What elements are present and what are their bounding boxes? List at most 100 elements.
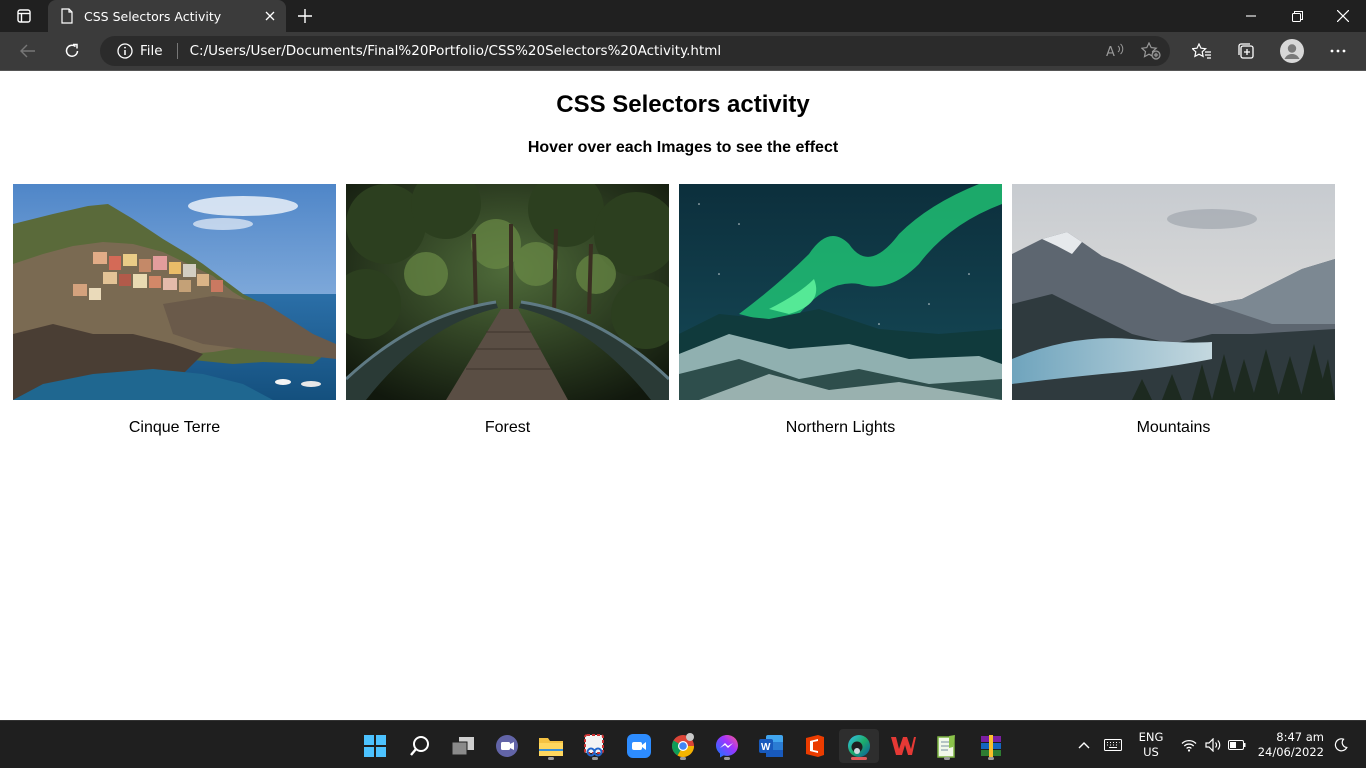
address-separator bbox=[176, 43, 178, 59]
refresh-icon bbox=[65, 43, 79, 57]
running-indicator bbox=[592, 757, 598, 760]
back-icon bbox=[20, 44, 35, 58]
wps-button[interactable] bbox=[883, 729, 923, 763]
restore-icon bbox=[1291, 10, 1303, 22]
show-hidden-icons-button[interactable] bbox=[1074, 721, 1094, 768]
back-button[interactable] bbox=[14, 37, 42, 65]
browser-tab-active[interactable]: CSS Selectors Activity bbox=[48, 0, 286, 32]
input-language-indicator[interactable]: ENG US bbox=[1134, 730, 1168, 760]
running-indicator bbox=[548, 757, 554, 760]
collections-icon bbox=[1238, 43, 1254, 59]
coastal-village-photo[interactable] bbox=[13, 184, 336, 400]
edge-button[interactable] bbox=[839, 729, 879, 763]
moon-icon bbox=[1334, 738, 1348, 752]
zoom-icon bbox=[627, 734, 651, 758]
browser-toolbar: File C:/Users/User/Documents/Final%20Por… bbox=[0, 32, 1366, 70]
running-indicator bbox=[680, 757, 686, 760]
language-region: US bbox=[1143, 745, 1159, 759]
svg-text:A: A bbox=[1106, 45, 1115, 59]
file-explorer-button[interactable] bbox=[531, 729, 571, 763]
collections-button[interactable] bbox=[1232, 37, 1260, 65]
favorites-icon bbox=[1192, 43, 1211, 59]
restore-button[interactable] bbox=[1274, 0, 1320, 32]
tab-actions-icon bbox=[17, 9, 31, 23]
task-view-button[interactable] bbox=[443, 729, 483, 763]
gallery-card[interactable]: Mountains bbox=[1012, 184, 1335, 437]
notepad-plus-icon bbox=[937, 735, 955, 758]
chat-icon bbox=[496, 735, 518, 757]
office-button[interactable] bbox=[795, 729, 835, 763]
close-window-button[interactable] bbox=[1320, 0, 1366, 32]
winrar-icon bbox=[981, 735, 1001, 757]
notepad-plus-button[interactable] bbox=[927, 729, 967, 763]
page-title: CSS Selectors activity bbox=[556, 91, 810, 118]
mountain-lake-photo[interactable] bbox=[1012, 184, 1335, 400]
touch-keyboard-button[interactable] bbox=[1102, 721, 1124, 768]
windows-logo-icon bbox=[364, 735, 386, 757]
start-button[interactable] bbox=[355, 729, 395, 763]
winrar-button[interactable] bbox=[971, 729, 1011, 763]
word-button[interactable]: W bbox=[751, 729, 791, 763]
snipping-tool-button[interactable] bbox=[575, 729, 615, 763]
aurora-photo[interactable] bbox=[679, 184, 1002, 400]
messenger-button[interactable] bbox=[707, 729, 747, 763]
wifi-status[interactable] bbox=[1178, 721, 1200, 768]
clock-date: 24/06/2022 bbox=[1257, 745, 1324, 759]
chrome-divider bbox=[0, 70, 1366, 71]
running-indicator bbox=[988, 757, 994, 760]
address-url[interactable]: C:/Users/User/Documents/Final%20Portfoli… bbox=[190, 43, 722, 59]
chevron-up-icon bbox=[1078, 742, 1090, 749]
card-caption: Northern Lights bbox=[785, 419, 896, 436]
chrome-button[interactable] bbox=[663, 729, 703, 763]
browser-tab-bar: CSS Selectors Activity bbox=[0, 0, 1366, 32]
volume-status[interactable] bbox=[1202, 721, 1224, 768]
close-icon bbox=[265, 11, 275, 21]
card-caption: Cinque Terre bbox=[128, 419, 221, 436]
address-scheme-label: File bbox=[140, 43, 163, 59]
site-info-button[interactable] bbox=[116, 42, 134, 60]
system-clock[interactable]: 8:47 am 24/06/2022 bbox=[1254, 730, 1324, 760]
svg-text:W: W bbox=[761, 742, 771, 753]
wifi-icon bbox=[1181, 739, 1197, 752]
edge-icon bbox=[848, 735, 870, 757]
add-favorite-button[interactable] bbox=[1137, 37, 1165, 65]
card-caption: Mountains bbox=[1136, 419, 1211, 436]
read-aloud-button[interactable]: A bbox=[1101, 37, 1129, 65]
taskbar-search-button[interactable] bbox=[400, 729, 440, 763]
focus-assist-button[interactable] bbox=[1330, 721, 1352, 768]
language-code: ENG bbox=[1138, 730, 1164, 744]
gallery-card[interactable]: Cinque Terre bbox=[13, 184, 336, 437]
profile-button[interactable] bbox=[1278, 37, 1306, 65]
messenger-icon bbox=[716, 735, 738, 758]
keyboard-icon bbox=[1104, 739, 1122, 751]
task-view-icon bbox=[451, 737, 474, 756]
word-icon: W bbox=[759, 735, 783, 757]
gallery-card[interactable]: Forest bbox=[346, 184, 669, 437]
read-aloud-icon: A bbox=[1106, 43, 1124, 59]
chrome-icon bbox=[672, 733, 694, 757]
tab-actions-button[interactable] bbox=[8, 4, 40, 28]
battery-status[interactable] bbox=[1226, 721, 1248, 768]
office-icon bbox=[806, 735, 824, 757]
minimize-button[interactable] bbox=[1228, 0, 1274, 32]
more-button[interactable] bbox=[1324, 37, 1352, 65]
page-icon bbox=[61, 8, 73, 24]
card-caption: Forest bbox=[484, 419, 531, 436]
profile-icon bbox=[1280, 39, 1304, 63]
zoom-button[interactable] bbox=[619, 729, 659, 763]
clock-time: 8:47 am bbox=[1276, 730, 1324, 744]
teams-chat-button[interactable] bbox=[487, 729, 527, 763]
address-bar[interactable]: File C:/Users/User/Documents/Final%20Por… bbox=[100, 36, 1170, 66]
close-tab-button[interactable] bbox=[262, 8, 278, 24]
forest-bridge-photo[interactable] bbox=[346, 184, 669, 400]
favorites-button[interactable] bbox=[1188, 37, 1216, 65]
new-tab-button[interactable] bbox=[292, 4, 318, 28]
close-window-icon bbox=[1337, 10, 1349, 22]
refresh-button[interactable] bbox=[58, 37, 86, 65]
add-favorite-icon bbox=[1141, 42, 1161, 60]
running-indicator bbox=[724, 757, 730, 760]
running-indicator bbox=[944, 757, 950, 760]
gallery-card[interactable]: Northern Lights bbox=[679, 184, 1002, 437]
active-indicator bbox=[851, 757, 867, 760]
more-icon bbox=[1330, 49, 1346, 53]
